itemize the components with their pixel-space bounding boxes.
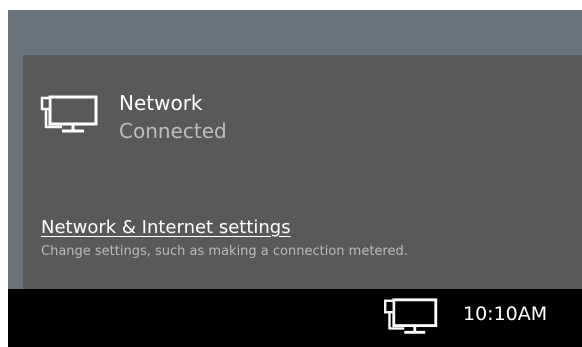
wired-network-icon bbox=[40, 95, 98, 133]
network-internet-settings-link[interactable]: Network & Internet settings bbox=[41, 217, 291, 238]
network-name: Network bbox=[119, 91, 203, 115]
network-status: Connected bbox=[119, 119, 227, 143]
screen: Network Connected Network & Internet set… bbox=[0, 0, 582, 347]
network-settings-description: Change settings, such as making a connec… bbox=[41, 244, 408, 259]
network-flyout: Network Connected Network & Internet set… bbox=[23, 55, 582, 289]
taskbar: 10:10AM bbox=[8, 289, 582, 347]
tray-network-button[interactable] bbox=[378, 294, 440, 340]
wired-network-icon bbox=[383, 298, 438, 334]
network-connection-item[interactable]: Network Connected bbox=[37, 88, 337, 148]
taskbar-clock[interactable]: 10:10AM bbox=[463, 303, 547, 325]
